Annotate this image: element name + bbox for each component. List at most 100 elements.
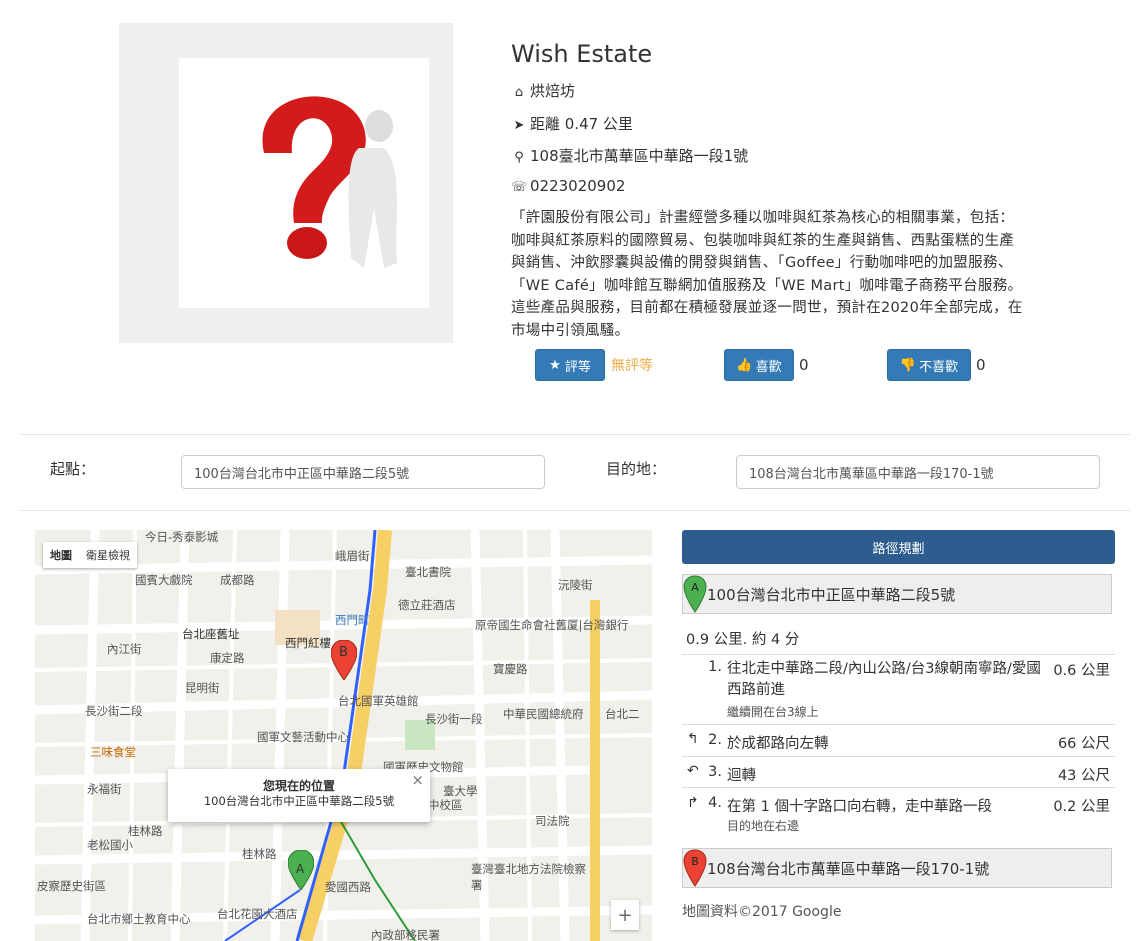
info-window-title: 您現在的位置 [262, 779, 335, 793]
origin-input[interactable]: 100台灣台北市中正區中華路二段5號 [181, 455, 545, 489]
map-label: 長沙街二段 [85, 704, 143, 718]
marker-b-icon: B [683, 849, 707, 887]
info-window-address: 100台灣台北市中正區中華路二段5號 [203, 794, 395, 808]
map-label: 老松國小 [87, 838, 133, 852]
distance-text: 距離 0.47 公里 [530, 115, 633, 133]
dislike-label: 不喜歡 [919, 359, 959, 375]
store-name: Wish Estate [511, 40, 653, 68]
location-arrow-icon: ➤ [513, 118, 525, 133]
thumbs-down-icon: 👎 [899, 357, 917, 373]
map-label: 寶慶路 [493, 662, 528, 676]
map-label: 中校區 [428, 798, 463, 812]
step-number: 4. [708, 795, 722, 811]
store-distance: ➤ 距離 0.47 公里 [511, 113, 633, 134]
map-canvas[interactable]: 地圖 衛星檢視 今日-秀泰影城 峨眉街 國賓大戲院 成都路 臺北書院 德立莊酒店… [35, 530, 652, 941]
store-category: ⌂ 烘焙坊 [511, 80, 575, 101]
map-label: 峨眉街 [335, 549, 370, 563]
step-distance: 66 公尺 [1057, 736, 1110, 752]
star-icon: ★ [549, 357, 561, 373]
step-text: 往北走中華路二段/內山公路/台3線朝南寧路/愛國西路前進 [727, 661, 1041, 698]
map-label: 中華民國總統府 [503, 707, 584, 721]
destination-label: 目的地： [606, 460, 667, 478]
map-label: 臺北書院 [405, 565, 451, 579]
map-label: 沅陵街 [558, 578, 593, 592]
phone-text: 0223020902 [530, 177, 626, 195]
map-label: 內江街 [107, 642, 142, 656]
step-number: 3. [708, 764, 722, 780]
step-number: 2. [708, 732, 722, 748]
step-text: 迴轉 [727, 768, 756, 784]
address-text: 108臺北市萬華區中華路一段1號 [530, 147, 749, 165]
map-label: 國軍文藝活動中心 [257, 730, 349, 744]
step-distance: 0.6 公里 [1053, 663, 1110, 679]
map-label: 台北座舊址 [182, 627, 240, 641]
rate-button[interactable]: ★ 評等 [535, 349, 605, 381]
store-description: 「許園股份有限公司」計畫經營多種以咖啡與紅茶為核心的相關事業，包括：咖啡與紅茶原… [511, 210, 1023, 339]
map-label: 桂林路 [242, 847, 277, 861]
category-text: 烘焙坊 [530, 82, 576, 100]
thumbs-up-icon: 👍 [736, 357, 753, 373]
destination-input[interactable]: 108台灣台北市萬華區中華路一段170-1號 [736, 455, 1100, 489]
divider [20, 510, 1130, 511]
store-address: ⚲ 108臺北市萬華區中華路一段1號 [511, 145, 748, 166]
divider [20, 434, 1130, 435]
map-label: 西門紅樓 [285, 636, 331, 650]
map-label: 台北二 [605, 707, 640, 721]
store-phone: ☏ 0223020902 [511, 177, 625, 195]
step-note: 繼續開在台3線上 [727, 705, 819, 719]
no-rating-text: 無評等 [611, 358, 653, 374]
map-label: 司法院 [535, 814, 570, 828]
marker-a-label: A [296, 862, 305, 876]
map-label: 西門町 [335, 613, 370, 627]
route-end-address: 108台灣台北市萬華區中華路一段170-1號 [707, 859, 990, 878]
svg-text:A: A [691, 581, 699, 594]
map-label: 今日-秀泰影城 [145, 530, 219, 544]
marker-a-icon: A [683, 575, 707, 613]
map-label: 皮察歷史街區 [37, 879, 106, 893]
map-marker-icon: ⚲ [514, 150, 524, 165]
map-label: 成都路 [220, 573, 255, 587]
map-label: 德立莊酒店 [398, 598, 456, 612]
route-step[interactable]: ↶ 3. 迴轉 43 公尺 [682, 756, 1115, 788]
map-type-roadmap[interactable]: 地圖 [43, 542, 79, 568]
step-text: 在第 1 個十字路口向右轉，走中華路一段 [727, 799, 992, 815]
route-step[interactable]: 1. 往北走中華路二段/內山公路/台3線朝南寧路/愛國西路前進 繼續開在台3線上… [682, 654, 1115, 725]
home-icon: ⌂ [514, 85, 524, 100]
close-icon[interactable]: × [411, 771, 424, 789]
store-image [119, 23, 453, 343]
map-info-window: 您現在的位置 100台灣台北市中正區中華路二段5號 × [168, 769, 430, 822]
route-plan-button[interactable]: 路徑規劃 [682, 530, 1115, 564]
step-text: 於成都路向左轉 [727, 736, 829, 752]
route-start: A 100台灣台北市中正區中華路二段5號 [682, 574, 1112, 614]
step-number: 1. [708, 659, 722, 675]
map-label: 台北市鄉土教育中心 [87, 912, 191, 926]
dislike-button[interactable]: 👎 不喜歡 [887, 349, 971, 381]
like-button[interactable]: 👍 喜歡 [724, 349, 794, 381]
svg-text:B: B [691, 855, 699, 868]
dislike-count: 0 [976, 356, 986, 374]
rate-label: 評等 [564, 359, 591, 375]
route-step[interactable]: ↱ 4. 在第 1 個十字路口向右轉，走中華路一段 目的地在右邊 0.2 公里 [682, 787, 1115, 838]
map-label: 臺灣臺北地方法院檢察署 [471, 862, 586, 892]
route-end: B 108台灣台北市萬華區中華路一段170-1號 [682, 848, 1112, 888]
map-type-control: 地圖 衛星檢視 [43, 542, 137, 568]
like-count: 0 [799, 356, 809, 374]
map-label: 昆明街 [185, 681, 220, 695]
zoom-in-button[interactable]: + [611, 900, 639, 930]
map-label: 內政部移民署 [371, 928, 440, 941]
map-label: 三味食堂 [90, 745, 136, 759]
step-note: 目的地在右邊 [727, 819, 800, 833]
map-label: 康定路 [210, 651, 245, 665]
marker-b-label: B [339, 645, 348, 660]
route-step[interactable]: ↰ 2. 於成都路向左轉 66 公尺 [682, 724, 1115, 757]
map-type-satellite[interactable]: 衛星檢視 [79, 542, 137, 568]
origin-label: 起點： [50, 460, 96, 478]
map-label: 永福街 [87, 782, 122, 796]
question-mark-image [179, 58, 429, 308]
route-start-address: 100台灣台北市中正區中華路二段5號 [707, 585, 956, 604]
step-distance: 43 公尺 [1057, 768, 1110, 784]
map-copyright: 地圖資料©2017 Google [682, 904, 842, 920]
step-distance: 0.2 公里 [1053, 799, 1110, 815]
route-summary: 0.9 公里. 約 4 分 [686, 632, 800, 648]
like-label: 喜歡 [755, 359, 782, 375]
